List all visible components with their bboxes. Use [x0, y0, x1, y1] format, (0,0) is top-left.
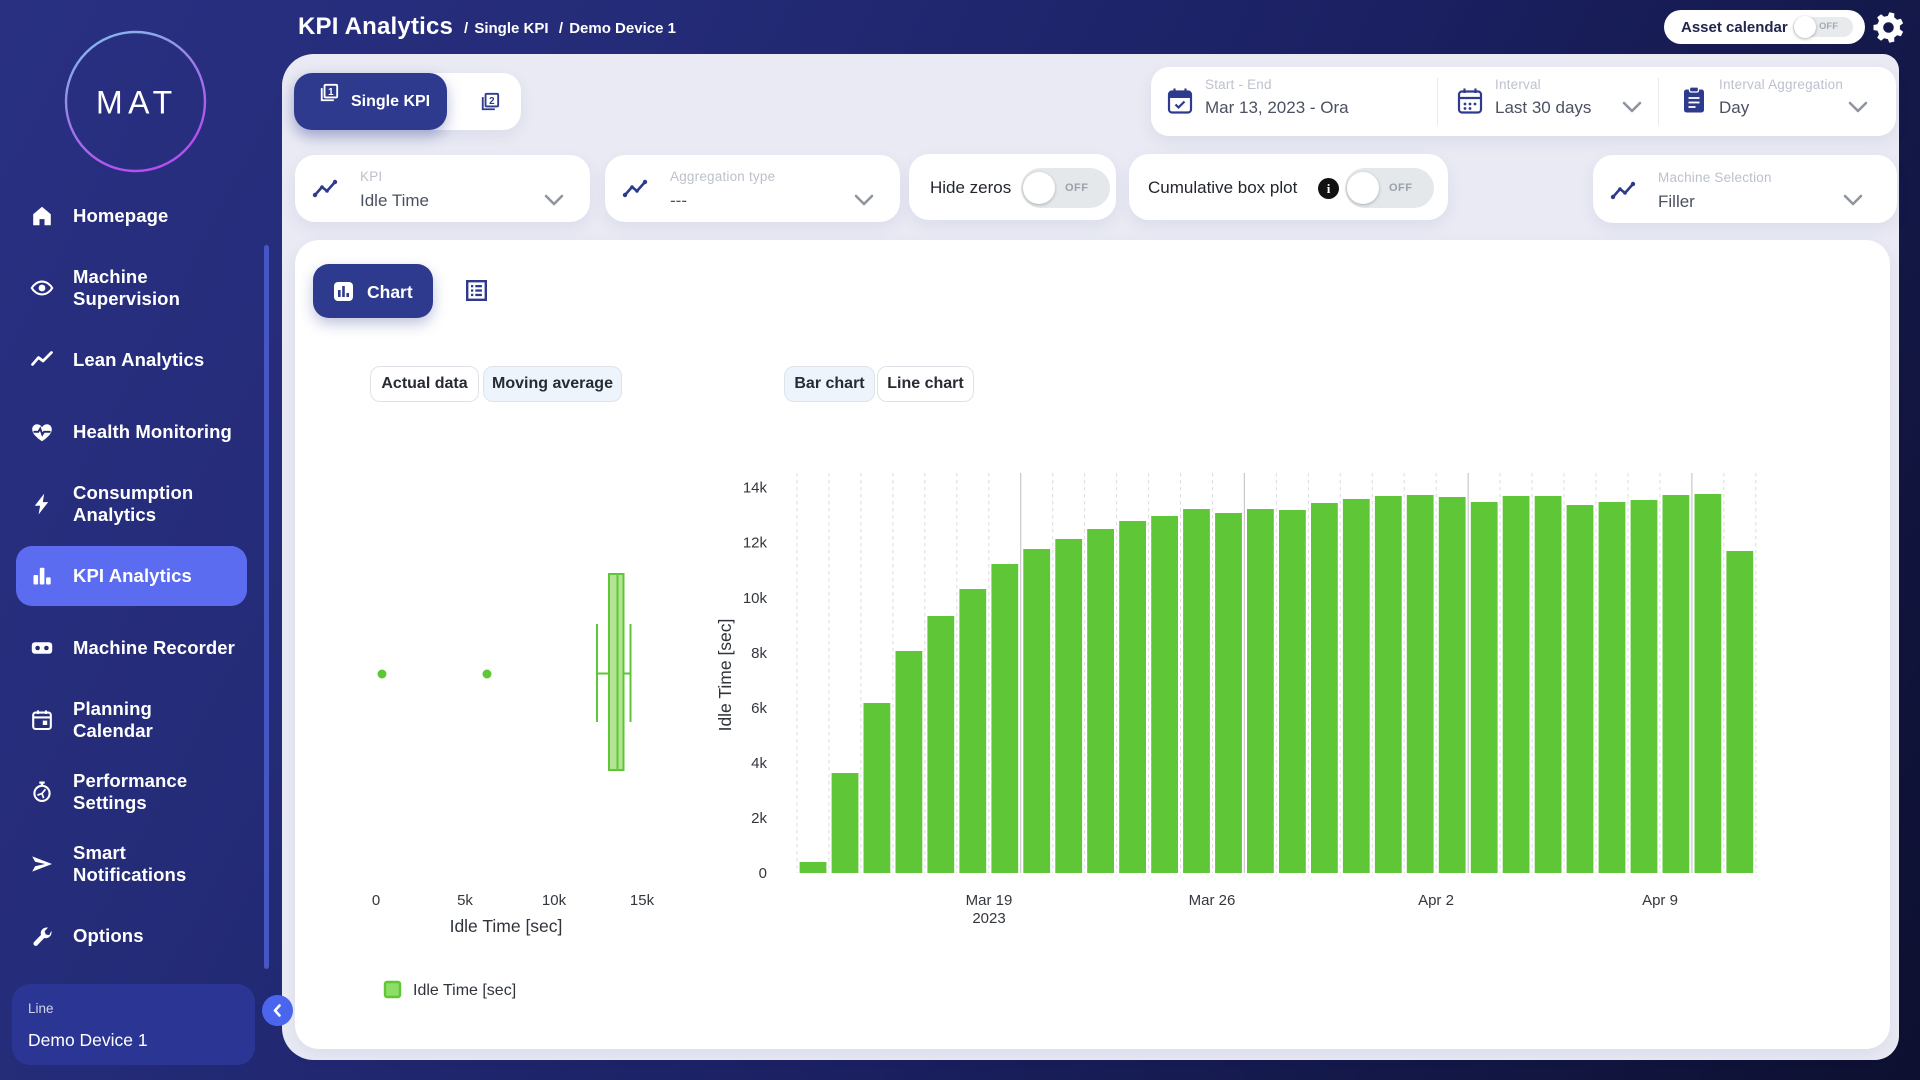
- svg-text:Idle Time [sec]: Idle Time [sec]: [715, 619, 735, 732]
- svg-text:2: 2: [489, 96, 495, 107]
- svg-text:Mar 19: Mar 19: [966, 892, 1013, 909]
- svg-text:Idle Time [sec]: Idle Time [sec]: [450, 916, 563, 936]
- svg-text:10k: 10k: [743, 590, 768, 607]
- svg-text:Idle Time [sec]: Idle Time [sec]: [413, 982, 516, 999]
- svg-text:Mar 26: Mar 26: [1189, 892, 1236, 909]
- svg-text:5k: 5k: [457, 892, 473, 909]
- svg-text:0: 0: [759, 865, 767, 882]
- svg-text:6k: 6k: [751, 700, 767, 717]
- svg-text:0: 0: [372, 892, 380, 909]
- svg-text:Apr 9: Apr 9: [1642, 892, 1678, 909]
- svg-text:14k: 14k: [743, 480, 768, 497]
- svg-text:2k: 2k: [751, 810, 767, 827]
- svg-text:8k: 8k: [751, 645, 767, 662]
- svg-text:12k: 12k: [743, 535, 768, 552]
- svg-text:MAT: MAT: [96, 85, 178, 121]
- svg-text:10k: 10k: [542, 892, 567, 909]
- svg-text:15k: 15k: [630, 892, 655, 909]
- svg-text:2023: 2023: [972, 910, 1005, 927]
- svg-text:4k: 4k: [751, 755, 767, 772]
- svg-text:Apr 2: Apr 2: [1418, 892, 1454, 909]
- svg-text:1: 1: [328, 87, 334, 98]
